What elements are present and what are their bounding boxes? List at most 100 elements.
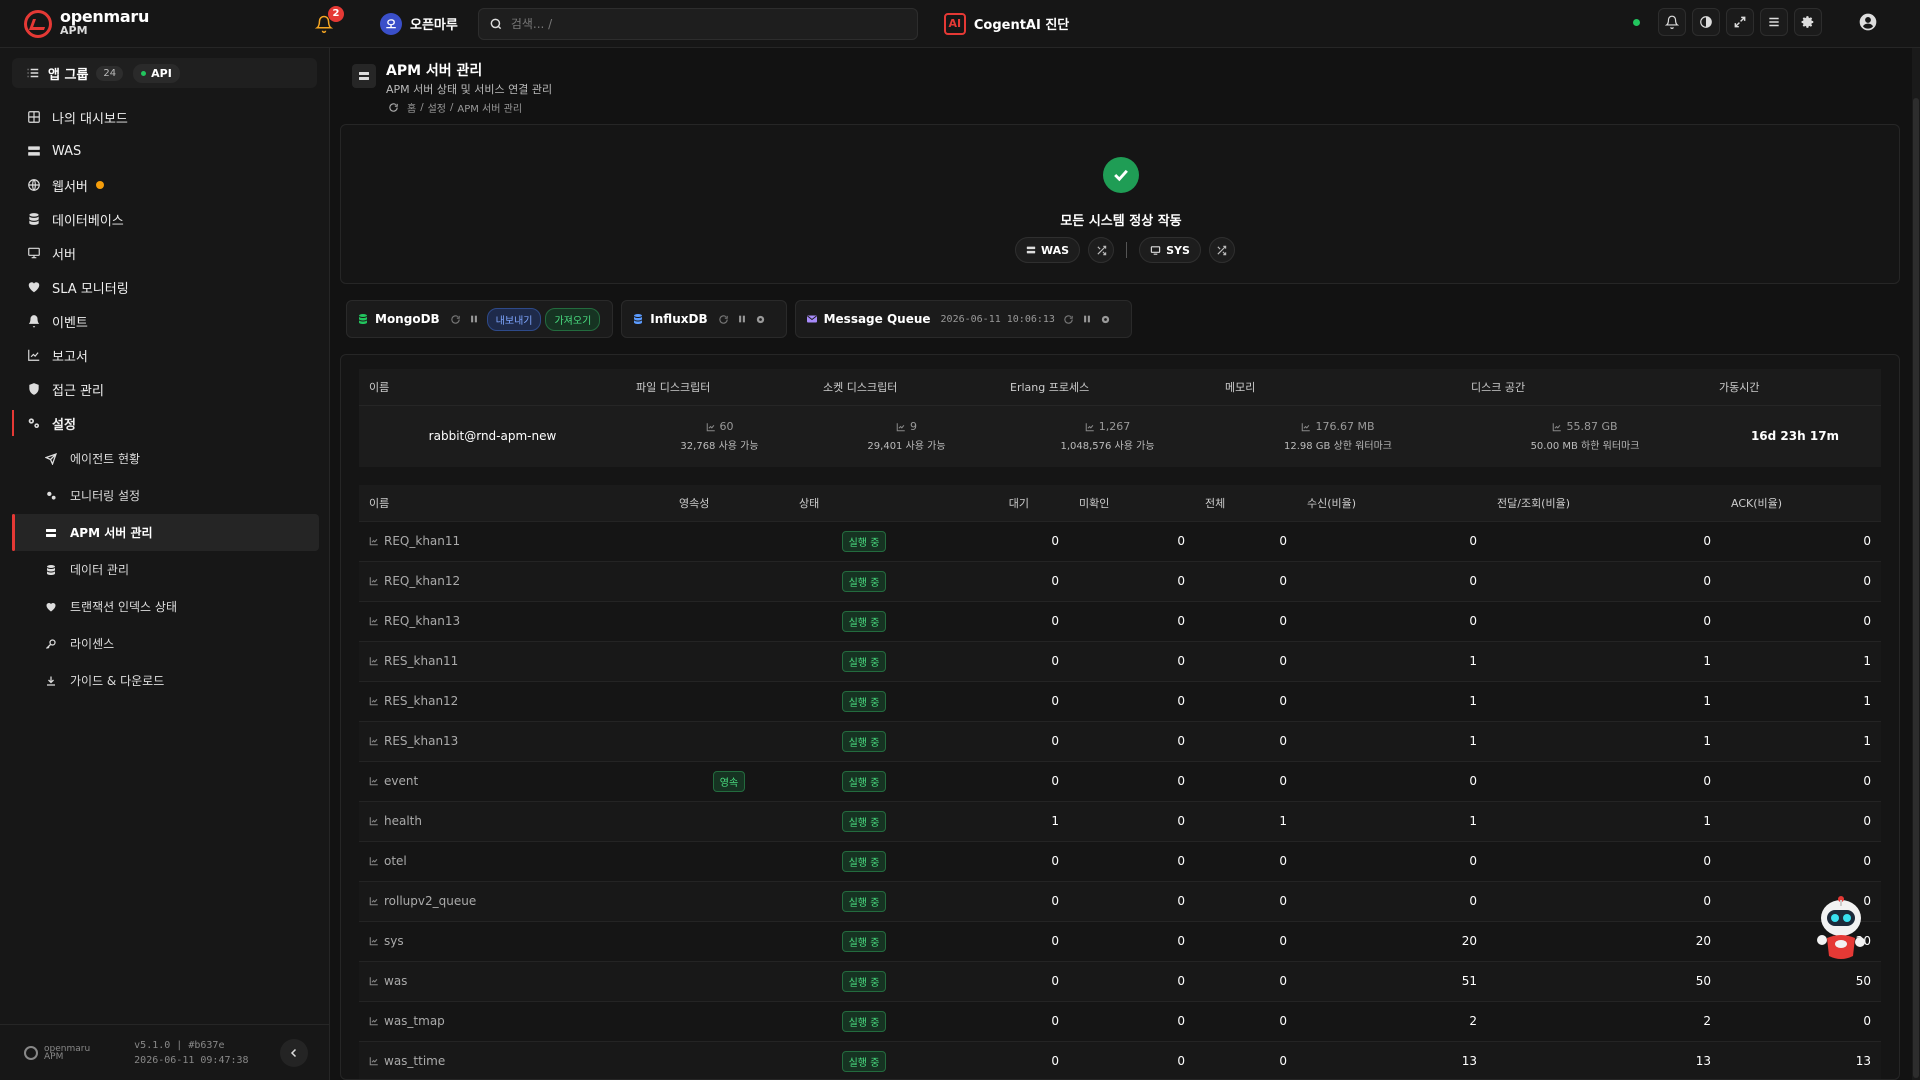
queue-row[interactable]: REQ_khan11 실행 중000000 [359, 520, 1881, 561]
refresh-icon[interactable] [718, 314, 729, 325]
message-queue-service[interactable]: Message Queue 2026-06-11 10:06:13 [794, 300, 1132, 338]
queue-name[interactable]: RES_khan13 [384, 734, 458, 748]
app-logo[interactable]: openmaru APM [24, 8, 284, 38]
queue-row[interactable]: event 영속 실행 중000000 [359, 760, 1881, 801]
search-input[interactable] [510, 16, 891, 31]
queue-name-cell[interactable]: was_tmap [359, 1000, 669, 1041]
pause-icon[interactable] [737, 314, 747, 324]
queue-name[interactable]: was_tmap [384, 1014, 445, 1028]
fullscreen-button[interactable] [1726, 8, 1754, 36]
queue-name-cell[interactable]: event [359, 760, 669, 801]
sidebar-item-dashboard[interactable]: 나의 대시보드 [0, 100, 329, 134]
sidebar-item-access[interactable]: 접근 관리 [0, 372, 329, 406]
col-header[interactable]: ACK(비율) [1721, 485, 1881, 521]
queue-name[interactable]: rollupv2_queue [384, 894, 476, 908]
sidebar-subitem-guide-download[interactable]: 가이드 & 다운로드 [0, 662, 329, 699]
queue-name-cell[interactable]: sys [359, 920, 669, 961]
queue-name[interactable]: RES_khan11 [384, 654, 458, 668]
sidebar-subitem-tx-index[interactable]: 트랜잭션 인덱스 상태 [0, 588, 329, 625]
queue-row[interactable]: rollupv2_queue 실행 중000000 [359, 880, 1881, 921]
gear-icon[interactable] [1100, 314, 1111, 325]
col-header[interactable]: 미확인 [1069, 485, 1195, 521]
queue-name-cell[interactable]: REQ_khan11 [359, 520, 669, 561]
col-header[interactable]: 영속성 [669, 485, 789, 521]
pause-icon[interactable] [1082, 314, 1092, 324]
queue-name-cell[interactable]: rollupv2_queue [359, 880, 669, 921]
sidebar-item-settings[interactable]: 설정 [0, 406, 329, 440]
col-header[interactable]: 이름 [359, 485, 669, 521]
queue-name-cell[interactable]: otel [359, 840, 669, 881]
was-shuffle-button[interactable] [1088, 237, 1115, 263]
sidebar-subitem-license[interactable]: 라이센스 [0, 625, 329, 662]
col-header[interactable]: 파일 디스크립터 [626, 369, 813, 405]
sidebar-item-database[interactable]: 데이터베이스 [0, 202, 329, 236]
cogent-ai-button[interactable]: AI CogentAI 진단 [943, 12, 1069, 35]
import-button[interactable]: 가져오기 [545, 307, 601, 331]
col-header[interactable]: 디스크 공간 [1461, 369, 1709, 405]
queue-row[interactable]: RES_khan13 실행 중000111 [359, 720, 1881, 761]
queue-name[interactable]: health [384, 814, 422, 828]
col-header[interactable]: 메모리 [1215, 369, 1461, 405]
sidebar-subitem-agent-status[interactable]: 에이전트 현황 [0, 440, 329, 477]
queue-name-cell[interactable]: RES_khan13 [359, 720, 669, 761]
sidebar-item-webserver[interactable]: 웹서버 [0, 168, 329, 202]
col-header[interactable]: 대기 [939, 485, 1069, 521]
queue-name[interactable]: REQ_khan13 [384, 614, 460, 628]
queue-name[interactable]: was_ttime [384, 1054, 445, 1068]
org-selector[interactable]: 오 오픈마루 [380, 12, 458, 35]
queue-row[interactable]: REQ_khan13 실행 중000000 [359, 600, 1881, 641]
page-scrollbar[interactable] [1912, 48, 1920, 1080]
queue-name-cell[interactable]: health [359, 800, 669, 841]
col-header[interactable]: 수신(비율) [1297, 485, 1487, 521]
gear-icon[interactable] [755, 314, 766, 325]
queue-name-cell[interactable]: REQ_khan12 [359, 560, 669, 601]
export-button[interactable]: 내보내기 [486, 307, 542, 331]
theme-toggle-button[interactable] [1692, 8, 1720, 36]
col-header[interactable]: 상태 [789, 485, 939, 521]
queue-name[interactable]: was [384, 974, 407, 988]
alerts-button[interactable] [1658, 8, 1686, 36]
col-header[interactable]: 이름 [359, 369, 626, 405]
notification-button[interactable]: 2 [308, 5, 344, 40]
settings-button[interactable] [1794, 8, 1822, 36]
queue-row[interactable]: was 실행 중 0 0 0 51 50 50 [359, 960, 1881, 1001]
queue-name-cell[interactable]: RES_khan11 [359, 640, 669, 681]
queue-name[interactable]: RES_khan12 [384, 694, 458, 708]
menu-button[interactable] [1760, 8, 1788, 36]
sys-status-pill[interactable]: SYS [1139, 237, 1201, 263]
api-badge[interactable]: API [133, 63, 180, 83]
queue-row[interactable]: was_ttime 실행 중 0 0 0 13 13 13 [359, 1040, 1881, 1079]
queue-name-cell[interactable]: was_ttime [359, 1040, 669, 1079]
col-header[interactable]: Erlang 프로세스 [1000, 369, 1215, 405]
breadcrumb-settings[interactable]: 설정 [428, 100, 446, 115]
col-header[interactable]: 소켓 디스크립터 [813, 369, 1000, 405]
queue-name[interactable]: REQ_khan12 [384, 574, 460, 588]
pause-icon[interactable] [469, 314, 479, 324]
queue-name[interactable]: otel [384, 854, 407, 868]
col-header[interactable]: 전달/조회(비율) [1487, 485, 1721, 521]
sidebar-subitem-monitoring-settings[interactable]: 모니터링 설정 [0, 477, 329, 514]
was-status-pill[interactable]: WAS [1015, 237, 1081, 263]
user-menu-button[interactable] [1856, 10, 1880, 34]
breadcrumb-home[interactable]: 홈 [407, 100, 416, 115]
col-header[interactable]: 가동시간 [1709, 369, 1881, 405]
refresh-icon[interactable] [1063, 314, 1074, 325]
queue-name[interactable]: REQ_khan11 [384, 534, 460, 548]
sidebar-subitem-data-management[interactable]: 데이터 관리 [0, 551, 329, 588]
sidebar-item-was[interactable]: WAS [0, 134, 329, 168]
queue-name[interactable]: event [384, 774, 418, 788]
refresh-icon[interactable] [388, 102, 399, 113]
scrollbar-thumb[interactable] [1913, 98, 1919, 1078]
search-box[interactable] [477, 7, 918, 40]
sidebar-item-server[interactable]: 서버 [0, 236, 329, 270]
sidebar-collapse-button[interactable] [280, 1039, 308, 1067]
queue-name[interactable]: sys [384, 934, 404, 948]
queue-row[interactable]: sys실행 중000202020 [359, 920, 1881, 961]
app-group-selector[interactable]: 앱 그룹 24 API [12, 58, 317, 88]
queue-row[interactable]: RES_khan11 실행 중000111 [359, 640, 1881, 681]
refresh-icon[interactable] [450, 314, 461, 325]
assistant-robot-icon[interactable] [1813, 892, 1869, 964]
queue-row[interactable]: health 실행 중101110 [359, 800, 1881, 841]
queue-row[interactable]: otel 실행 중000000 [359, 840, 1881, 881]
sidebar-item-events[interactable]: 이벤트 [0, 304, 329, 338]
